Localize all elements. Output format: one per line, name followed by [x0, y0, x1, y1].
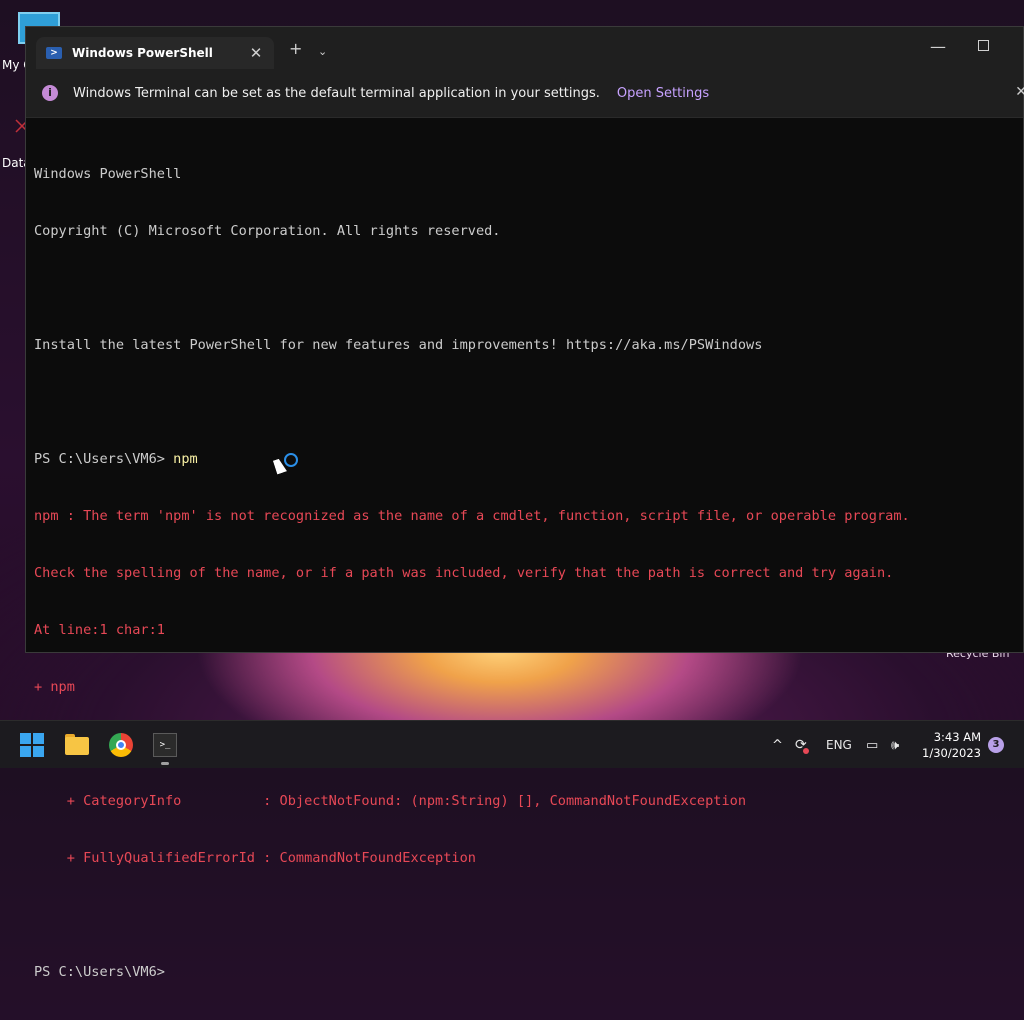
console-prompt-line: PS C:\Users\VM6> npm [34, 450, 1023, 469]
network-icon[interactable]: ▭ [866, 721, 878, 769]
windows-logo-icon [20, 746, 31, 757]
console-line: Windows PowerShell [34, 166, 182, 182]
minimize-button[interactable]: — [930, 39, 946, 55]
folder-icon [65, 737, 89, 755]
infobar-message: Windows Terminal can be set as the defau… [73, 85, 600, 101]
title-bar[interactable]: > Windows PowerShell ✕ + ⌄ — [26, 27, 1023, 69]
volume-icon[interactable]: 🕪 [891, 721, 899, 769]
sync-icon[interactable]: ⟳ [795, 721, 807, 769]
clock-time: 3:43 AM [933, 730, 981, 744]
taskbar: >_ ^ ⟳ ENG ▭ 🕪 3:43 AM 1/30/2023 3 [0, 720, 1024, 768]
windows-logo-icon [20, 733, 31, 744]
prompt-text: PS C:\Users\VM6> [34, 451, 174, 467]
new-tab-button[interactable]: + [289, 41, 302, 57]
active-app-indicator [161, 762, 169, 765]
tab-title: Windows PowerShell [72, 46, 213, 60]
input-language[interactable]: ENG [826, 721, 852, 769]
console-current-prompt[interactable]: PS C:\Users\VM6> [34, 963, 1023, 982]
open-settings-link[interactable]: Open Settings [617, 86, 709, 101]
maximize-icon [978, 40, 989, 51]
windows-logo-icon [33, 746, 44, 757]
notification-badge[interactable]: 3 [988, 737, 1004, 753]
error-line: At line:1 char:1 [34, 622, 165, 638]
chrome-icon [116, 740, 126, 750]
clock-date: 1/30/2023 [922, 746, 981, 760]
tab-close-icon[interactable]: ✕ [246, 44, 266, 62]
chrome-button[interactable] [109, 733, 133, 757]
error-line: npm : The term 'npm' is not recognized a… [34, 508, 910, 524]
terminal-window[interactable]: > Windows PowerShell ✕ + ⌄ — i Windows T… [25, 26, 1024, 980]
file-explorer-button[interactable] [65, 733, 89, 757]
infobar-close-icon[interactable]: ✕ [1015, 84, 1024, 100]
start-button[interactable] [20, 733, 44, 757]
tab-windows-powershell[interactable]: > Windows PowerShell ✕ [36, 37, 274, 69]
error-line: + npm [34, 679, 75, 695]
console-output[interactable]: Windows PowerShell Copyright (C) Microso… [34, 127, 1023, 980]
busy-spinner-icon [284, 453, 298, 467]
error-line: + CategoryInfo : ObjectNotFound: (npm:St… [34, 793, 747, 809]
default-terminal-infobar: i Windows Terminal can be set as the def… [26, 69, 1024, 118]
show-hidden-icons-chevron-icon[interactable]: ^ [772, 721, 783, 769]
powershell-icon: > [46, 47, 62, 59]
tab-dropdown-chevron-icon[interactable]: ⌄ [318, 44, 327, 60]
maximize-button[interactable] [978, 40, 989, 51]
console-line: Copyright (C) Microsoft Corporation. All… [34, 223, 501, 239]
error-line: + FullyQualifiedErrorId : CommandNotFoun… [34, 850, 476, 866]
sync-error-dot [803, 748, 809, 754]
console-line: Install the latest PowerShell for new fe… [34, 337, 763, 353]
error-line: Check the spelling of the name, or if a … [34, 565, 894, 581]
clock[interactable]: 3:43 AM 1/30/2023 [915, 729, 981, 761]
command-text: npm [173, 451, 198, 467]
windows-logo-icon [33, 733, 44, 744]
terminal-taskbar-button[interactable]: >_ [153, 733, 177, 757]
info-icon: i [42, 85, 58, 101]
